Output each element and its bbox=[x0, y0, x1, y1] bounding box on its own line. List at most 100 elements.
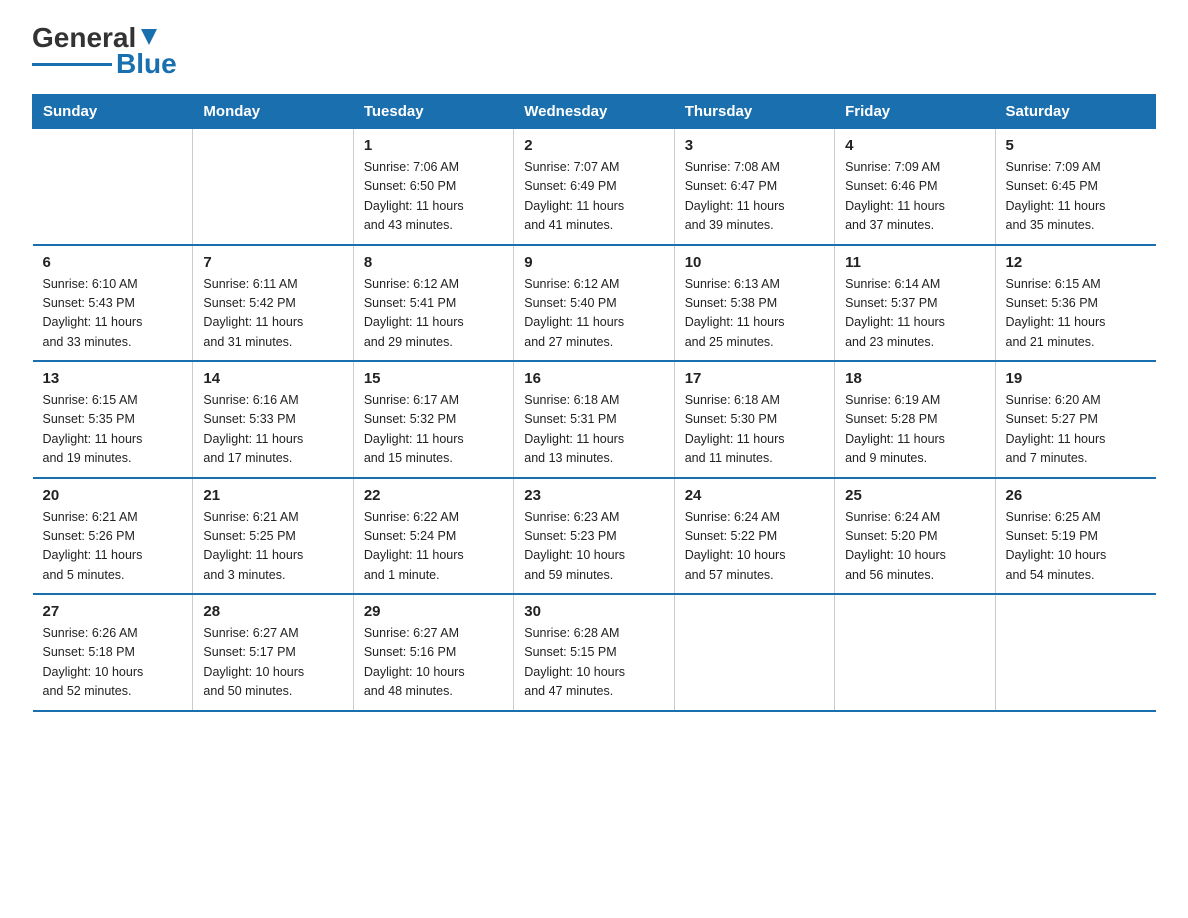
calendar-week-row: 6 Sunrise: 6:10 AMSunset: 5:43 PMDaylight… bbox=[33, 245, 1156, 362]
calendar-header-row: SundayMondayTuesdayWednesdayThursdayFrid… bbox=[33, 95, 1156, 129]
calendar-cell: 25 Sunrise: 6:24 AMSunset: 5:20 PMDayligh… bbox=[835, 478, 995, 595]
calendar-cell bbox=[193, 129, 353, 245]
day-info: Sunrise: 6:10 AMSunset: 5:43 PMDaylight:… bbox=[43, 275, 183, 353]
calendar-cell: 30 Sunrise: 6:28 AMSunset: 5:15 PMDayligh… bbox=[514, 594, 674, 711]
logo: General Blue bbox=[32, 24, 177, 78]
day-number: 16 bbox=[524, 370, 663, 387]
day-number: 6 bbox=[43, 254, 183, 271]
day-number: 24 bbox=[685, 487, 824, 504]
day-info: Sunrise: 6:24 AMSunset: 5:20 PMDaylight:… bbox=[845, 508, 984, 586]
column-header-saturday: Saturday bbox=[995, 95, 1155, 129]
column-header-thursday: Thursday bbox=[674, 95, 834, 129]
day-info: Sunrise: 7:09 AMSunset: 6:46 PMDaylight:… bbox=[845, 158, 984, 236]
page-header: General Blue bbox=[32, 24, 1156, 78]
day-number: 8 bbox=[364, 254, 503, 271]
day-number: 10 bbox=[685, 254, 824, 271]
day-info: Sunrise: 6:18 AMSunset: 5:31 PMDaylight:… bbox=[524, 391, 663, 469]
day-info: Sunrise: 7:09 AMSunset: 6:45 PMDaylight:… bbox=[1006, 158, 1146, 236]
day-number: 15 bbox=[364, 370, 503, 387]
logo-blue: Blue bbox=[116, 50, 177, 78]
day-number: 20 bbox=[43, 487, 183, 504]
day-number: 27 bbox=[43, 603, 183, 620]
day-info: Sunrise: 7:08 AMSunset: 6:47 PMDaylight:… bbox=[685, 158, 824, 236]
day-number: 25 bbox=[845, 487, 984, 504]
day-info: Sunrise: 6:21 AMSunset: 5:25 PMDaylight:… bbox=[203, 508, 342, 586]
day-info: Sunrise: 6:14 AMSunset: 5:37 PMDaylight:… bbox=[845, 275, 984, 353]
day-number: 28 bbox=[203, 603, 342, 620]
day-info: Sunrise: 6:16 AMSunset: 5:33 PMDaylight:… bbox=[203, 391, 342, 469]
day-number: 30 bbox=[524, 603, 663, 620]
day-info: Sunrise: 7:07 AMSunset: 6:49 PMDaylight:… bbox=[524, 158, 663, 236]
day-number: 29 bbox=[364, 603, 503, 620]
calendar-cell: 1Sunrise: 7:06 AMSunset: 6:50 PMDaylight… bbox=[353, 129, 513, 245]
day-info: Sunrise: 6:12 AMSunset: 5:40 PMDaylight:… bbox=[524, 275, 663, 353]
calendar-cell: 28 Sunrise: 6:27 AMSunset: 5:17 PMDayligh… bbox=[193, 594, 353, 711]
day-info: Sunrise: 6:24 AMSunset: 5:22 PMDaylight:… bbox=[685, 508, 824, 586]
day-info: Sunrise: 6:25 AMSunset: 5:19 PMDaylight:… bbox=[1006, 508, 1146, 586]
day-info: Sunrise: 6:27 AMSunset: 5:16 PMDaylight:… bbox=[364, 624, 503, 702]
calendar-cell: 6 Sunrise: 6:10 AMSunset: 5:43 PMDaylight… bbox=[33, 245, 193, 362]
calendar-week-row: 13 Sunrise: 6:15 AMSunset: 5:35 PMDayligh… bbox=[33, 361, 1156, 478]
calendar-cell: 10 Sunrise: 6:13 AMSunset: 5:38 PMDayligh… bbox=[674, 245, 834, 362]
day-info: Sunrise: 6:27 AMSunset: 5:17 PMDaylight:… bbox=[203, 624, 342, 702]
calendar-cell: 24 Sunrise: 6:24 AMSunset: 5:22 PMDayligh… bbox=[674, 478, 834, 595]
day-info: Sunrise: 6:15 AMSunset: 5:36 PMDaylight:… bbox=[1006, 275, 1146, 353]
day-info: Sunrise: 6:13 AMSunset: 5:38 PMDaylight:… bbox=[685, 275, 824, 353]
calendar-cell: 7 Sunrise: 6:11 AMSunset: 5:42 PMDaylight… bbox=[193, 245, 353, 362]
day-number: 26 bbox=[1006, 487, 1146, 504]
calendar-cell: 17Sunrise: 6:18 AMSunset: 5:30 PMDayligh… bbox=[674, 361, 834, 478]
day-number: 19 bbox=[1006, 370, 1146, 387]
day-number: 4 bbox=[845, 137, 984, 154]
logo-triangle-icon bbox=[138, 27, 160, 47]
column-header-friday: Friday bbox=[835, 95, 995, 129]
day-info: Sunrise: 6:15 AMSunset: 5:35 PMDaylight:… bbox=[43, 391, 183, 469]
day-info: Sunrise: 6:21 AMSunset: 5:26 PMDaylight:… bbox=[43, 508, 183, 586]
calendar-cell bbox=[995, 594, 1155, 711]
column-header-wednesday: Wednesday bbox=[514, 95, 674, 129]
day-number: 2 bbox=[524, 137, 663, 154]
calendar-cell: 13 Sunrise: 6:15 AMSunset: 5:35 PMDayligh… bbox=[33, 361, 193, 478]
day-number: 9 bbox=[524, 254, 663, 271]
day-number: 23 bbox=[524, 487, 663, 504]
calendar-cell: 20 Sunrise: 6:21 AMSunset: 5:26 PMDayligh… bbox=[33, 478, 193, 595]
calendar-table: SundayMondayTuesdayWednesdayThursdayFrid… bbox=[32, 94, 1156, 712]
day-number: 21 bbox=[203, 487, 342, 504]
calendar-week-row: 27Sunrise: 6:26 AMSunset: 5:18 PMDayligh… bbox=[33, 594, 1156, 711]
day-info: Sunrise: 6:18 AMSunset: 5:30 PMDaylight:… bbox=[685, 391, 824, 469]
calendar-cell: 23 Sunrise: 6:23 AMSunset: 5:23 PMDayligh… bbox=[514, 478, 674, 595]
column-header-monday: Monday bbox=[193, 95, 353, 129]
calendar-cell: 15 Sunrise: 6:17 AMSunset: 5:32 PMDayligh… bbox=[353, 361, 513, 478]
calendar-cell: 16 Sunrise: 6:18 AMSunset: 5:31 PMDayligh… bbox=[514, 361, 674, 478]
calendar-cell: 27Sunrise: 6:26 AMSunset: 5:18 PMDayligh… bbox=[33, 594, 193, 711]
calendar-cell: 11 Sunrise: 6:14 AMSunset: 5:37 PMDayligh… bbox=[835, 245, 995, 362]
day-info: Sunrise: 6:12 AMSunset: 5:41 PMDaylight:… bbox=[364, 275, 503, 353]
day-info: Sunrise: 6:22 AMSunset: 5:24 PMDaylight:… bbox=[364, 508, 503, 586]
day-number: 13 bbox=[43, 370, 183, 387]
calendar-week-row: 20 Sunrise: 6:21 AMSunset: 5:26 PMDayligh… bbox=[33, 478, 1156, 595]
day-number: 22 bbox=[364, 487, 503, 504]
calendar-cell: 19Sunrise: 6:20 AMSunset: 5:27 PMDayligh… bbox=[995, 361, 1155, 478]
day-number: 7 bbox=[203, 254, 342, 271]
day-info: Sunrise: 6:17 AMSunset: 5:32 PMDaylight:… bbox=[364, 391, 503, 469]
day-info: Sunrise: 6:19 AMSunset: 5:28 PMDaylight:… bbox=[845, 391, 984, 469]
day-info: Sunrise: 6:11 AMSunset: 5:42 PMDaylight:… bbox=[203, 275, 342, 353]
calendar-cell: 21 Sunrise: 6:21 AMSunset: 5:25 PMDayligh… bbox=[193, 478, 353, 595]
calendar-cell: 18 Sunrise: 6:19 AMSunset: 5:28 PMDayligh… bbox=[835, 361, 995, 478]
calendar-cell bbox=[674, 594, 834, 711]
calendar-cell: 3 Sunrise: 7:08 AMSunset: 6:47 PMDaylight… bbox=[674, 129, 834, 245]
day-number: 5 bbox=[1006, 137, 1146, 154]
calendar-week-row: 1Sunrise: 7:06 AMSunset: 6:50 PMDaylight… bbox=[33, 129, 1156, 245]
calendar-cell: 29 Sunrise: 6:27 AMSunset: 5:16 PMDayligh… bbox=[353, 594, 513, 711]
day-number: 3 bbox=[685, 137, 824, 154]
calendar-cell: 14 Sunrise: 6:16 AMSunset: 5:33 PMDayligh… bbox=[193, 361, 353, 478]
day-number: 12 bbox=[1006, 254, 1146, 271]
day-number: 18 bbox=[845, 370, 984, 387]
day-number: 14 bbox=[203, 370, 342, 387]
day-info: Sunrise: 6:28 AMSunset: 5:15 PMDaylight:… bbox=[524, 624, 663, 702]
day-number: 11 bbox=[845, 254, 984, 271]
calendar-cell: 12 Sunrise: 6:15 AMSunset: 5:36 PMDayligh… bbox=[995, 245, 1155, 362]
day-info: Sunrise: 6:23 AMSunset: 5:23 PMDaylight:… bbox=[524, 508, 663, 586]
column-header-sunday: Sunday bbox=[33, 95, 193, 129]
calendar-cell: 2 Sunrise: 7:07 AMSunset: 6:49 PMDaylight… bbox=[514, 129, 674, 245]
day-number: 1 bbox=[364, 137, 503, 154]
